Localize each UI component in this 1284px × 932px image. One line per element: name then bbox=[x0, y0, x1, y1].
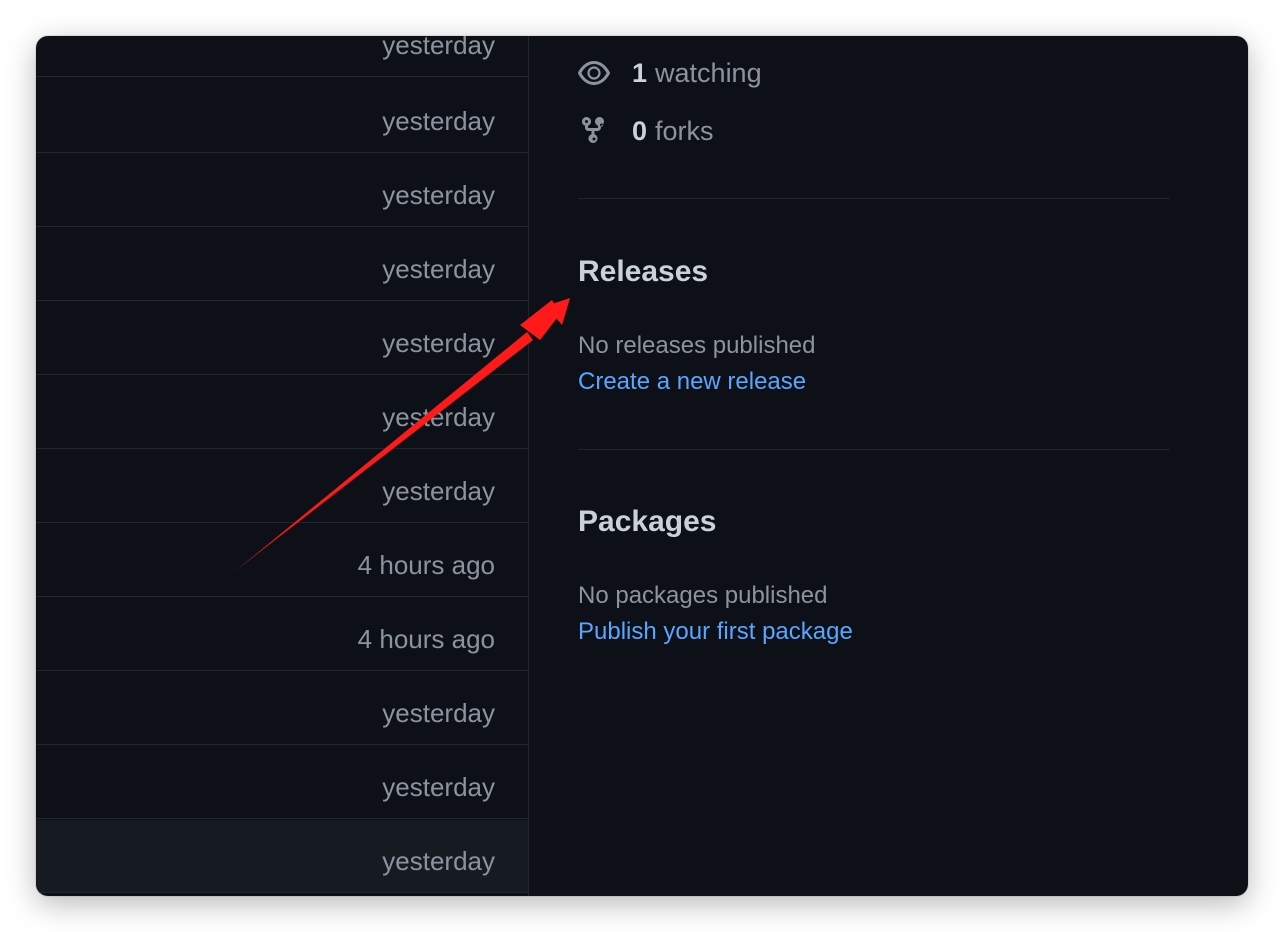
section-divider bbox=[578, 198, 1170, 199]
watching-count: 1 bbox=[632, 57, 648, 88]
commit-time: 4 hours ago bbox=[357, 624, 495, 654]
file-row[interactable]: yesterday bbox=[36, 820, 528, 893]
github-repo-window: yesterday yesterday yesterday yesterday … bbox=[36, 36, 1248, 896]
about-sidebar: 1 watching 0 forks Releases No releases … bbox=[578, 36, 1170, 896]
file-row[interactable]: yesterday bbox=[36, 154, 528, 227]
file-row[interactable]: yesterday bbox=[36, 450, 528, 523]
file-row[interactable]: yesterday bbox=[36, 302, 528, 375]
commit-time: yesterday bbox=[382, 254, 495, 284]
packages-heading[interactable]: Packages bbox=[578, 505, 716, 539]
forks-count: 0 bbox=[632, 115, 648, 146]
no-releases-text: No releases published bbox=[578, 332, 816, 359]
releases-heading[interactable]: Releases bbox=[578, 255, 708, 289]
commit-time: yesterday bbox=[382, 328, 495, 358]
fork-icon bbox=[582, 116, 604, 144]
create-release-link[interactable]: Create a new release bbox=[578, 368, 806, 396]
file-row[interactable]: yesterday bbox=[36, 228, 528, 301]
commit-time: yesterday bbox=[382, 106, 495, 136]
forks-link[interactable]: 0 forks bbox=[578, 114, 714, 148]
commit-time: yesterday bbox=[382, 476, 495, 506]
file-row[interactable]: yesterday bbox=[36, 80, 528, 153]
watching-label: watching bbox=[655, 57, 762, 88]
commit-time: yesterday bbox=[382, 36, 495, 60]
commit-time: yesterday bbox=[382, 772, 495, 802]
file-row[interactable]: yesterday bbox=[36, 376, 528, 449]
commit-time: yesterday bbox=[382, 698, 495, 728]
commit-time: yesterday bbox=[382, 180, 495, 210]
file-row[interactable]: yesterday bbox=[36, 672, 528, 745]
eye-icon bbox=[578, 61, 610, 85]
file-row[interactable]: yesterday bbox=[36, 746, 528, 819]
file-row[interactable]: 4 hours ago bbox=[36, 524, 528, 597]
file-row[interactable]: yesterday bbox=[36, 36, 528, 77]
commit-time: yesterday bbox=[382, 402, 495, 432]
file-list: yesterday yesterday yesterday yesterday … bbox=[36, 36, 529, 896]
watchers-link[interactable]: 1 watching bbox=[578, 56, 762, 90]
no-packages-text: No packages published bbox=[578, 582, 828, 609]
commit-time: 4 hours ago bbox=[357, 550, 495, 580]
section-divider bbox=[578, 449, 1170, 450]
file-row[interactable]: 4 hours ago bbox=[36, 598, 528, 671]
commit-time: yesterday bbox=[382, 846, 495, 876]
publish-package-link[interactable]: Publish your first package bbox=[578, 618, 853, 646]
forks-label: forks bbox=[655, 115, 714, 146]
